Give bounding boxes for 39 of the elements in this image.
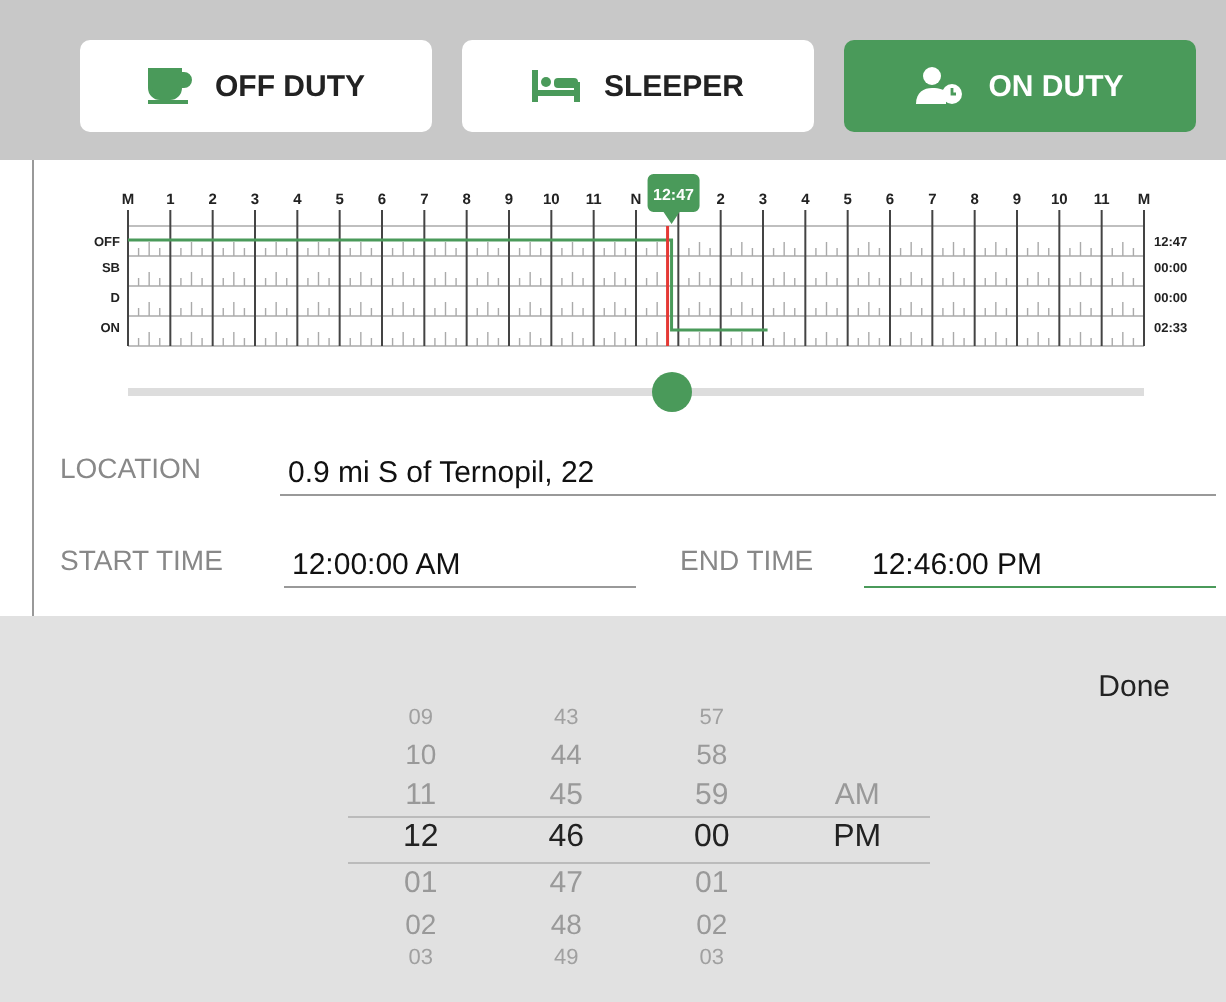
- time-field[interactable]: 12:46:00 PM: [864, 548, 1216, 588]
- picker-item[interactable]: 03: [699, 948, 724, 970]
- picker-item[interactable]: 47: [549, 867, 583, 897]
- picker-item[interactable]: PM: [833, 822, 882, 854]
- duty-status-button[interactable]: OFF DUTY: [80, 40, 432, 132]
- location-field[interactable]: 0.9 mi S of Ternopil, 22: [280, 456, 1216, 496]
- done-button[interactable]: Done: [1098, 670, 1170, 704]
- picker-item[interactable]: 10: [405, 739, 437, 767]
- picker-item[interactable]: 48: [550, 910, 582, 938]
- picker-item[interactable]: 57: [699, 708, 724, 730]
- duty-status-button[interactable]: ON DUTY: [844, 40, 1196, 132]
- picker-item[interactable]: 11: [405, 779, 437, 809]
- cup-icon: [147, 68, 191, 104]
- picker-item[interactable]: AM: [834, 779, 880, 809]
- picker-item[interactable]: 09: [408, 708, 433, 730]
- picker-item[interactable]: 45: [549, 779, 583, 809]
- field-label: LOCATION: [60, 452, 204, 488]
- field-label: END TIME: [680, 544, 816, 580]
- time-field[interactable]: 12:00:00 AM: [284, 548, 636, 588]
- time-tooltip: 12:47: [647, 174, 700, 224]
- duty-status-button[interactable]: SLEEPER: [462, 40, 814, 132]
- picker-item[interactable]: 01: [695, 867, 729, 897]
- picker-item[interactable]: 49: [554, 948, 579, 970]
- picker-item[interactable]: 00: [693, 822, 730, 854]
- picker-item[interactable]: 43: [554, 708, 579, 730]
- time-cursor-line: [666, 226, 670, 346]
- picker-item[interactable]: 02: [405, 910, 437, 938]
- picker-item[interactable]: 58: [696, 739, 728, 767]
- picker-item[interactable]: 01: [404, 867, 438, 897]
- picker-item[interactable]: 02: [696, 910, 728, 938]
- person-clock-icon: [916, 66, 965, 106]
- picker-item[interactable]: 46: [548, 822, 585, 854]
- picker-item[interactable]: 12: [402, 822, 439, 854]
- picker-item[interactable]: 59: [695, 779, 729, 809]
- bed-icon: [531, 70, 580, 102]
- picker-item[interactable]: 44: [550, 739, 582, 767]
- slider-thumb[interactable]: [651, 372, 692, 412]
- picker-item[interactable]: 03: [408, 948, 433, 970]
- field-label: START TIME: [60, 544, 225, 580]
